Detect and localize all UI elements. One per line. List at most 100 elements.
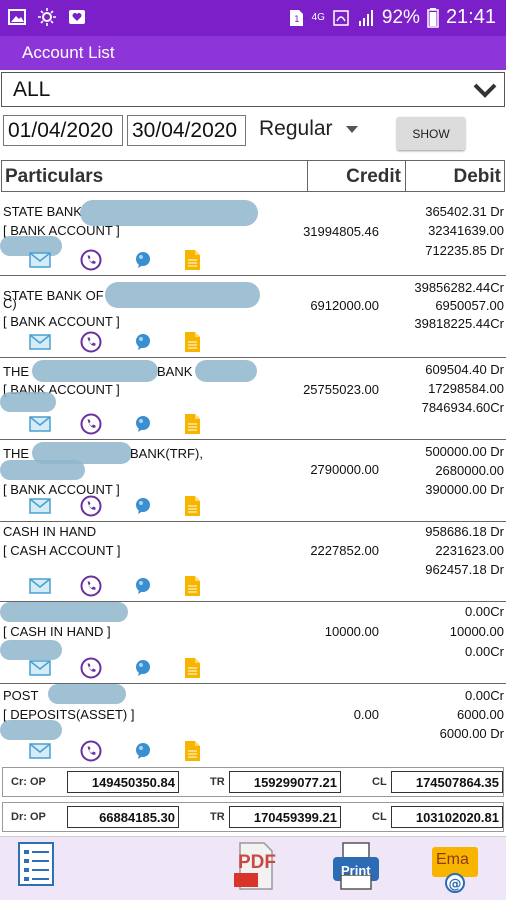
brightness-icon [38, 8, 56, 26]
cr-tr-value: 159299077.21 [229, 771, 341, 793]
phone-icon[interactable] [80, 657, 102, 679]
redaction [105, 282, 260, 308]
account-name: STATE BANK OF [3, 288, 104, 303]
redaction [195, 360, 257, 382]
account-name-suffix: BANK [157, 364, 193, 379]
email-button[interactable]: @ Ema [430, 841, 480, 893]
credit-value: 2790000.00 [310, 462, 379, 477]
dr-tr-value: 170459399.21 [229, 806, 341, 828]
redaction [48, 684, 126, 704]
table-row[interactable]: POST [ DEPOSITS(ASSET) ] 0.00 0.00Cr 600… [0, 684, 506, 766]
account-type: [ CASH ACCOUNT ] [3, 543, 121, 558]
chat-icon[interactable] [134, 333, 152, 351]
credit-value: 10000.00 [324, 624, 379, 639]
row-actions [27, 331, 207, 353]
credit-value: 25755023.00 [303, 382, 379, 397]
svg-text:1: 1 [294, 15, 300, 25]
wifi-calling-icon [333, 9, 349, 26]
account-name: CASH IN HAND [3, 524, 97, 539]
chat-icon[interactable] [134, 251, 152, 269]
pdf-export-button[interactable]: PDF [232, 841, 276, 891]
phone-icon[interactable] [80, 249, 102, 271]
phone-icon[interactable] [80, 740, 102, 762]
table-row[interactable]: CASH IN HAND [ CASH ACCOUNT ] 2227852.00… [0, 522, 506, 602]
debit-closing: 0.00Cr [464, 644, 504, 659]
row-actions [27, 495, 207, 517]
list-view-icon[interactable] [17, 841, 57, 887]
debit-closing: 7846934.60Cr [421, 400, 504, 415]
page-title: Account List [22, 43, 115, 62]
app-bar: Account List [0, 36, 506, 70]
debit-opening: 500000.00 Dr [425, 444, 504, 459]
dr-op-label: Dr: OP [11, 811, 46, 823]
header-debit: Debit [405, 161, 505, 191]
table-row[interactable]: STATE BANK [ BANK ACCOUNT ] 31994805.46 … [0, 192, 506, 276]
document-icon[interactable] [184, 249, 201, 271]
redaction [32, 360, 158, 382]
account-name: THE [3, 446, 29, 461]
mail-icon[interactable] [29, 660, 51, 676]
mail-icon[interactable] [29, 743, 51, 759]
document-icon[interactable] [184, 413, 201, 435]
chat-icon[interactable] [134, 415, 152, 433]
account-name-suffix: BANK(TRF), [130, 446, 203, 461]
chat-icon[interactable] [134, 659, 152, 677]
account-name: THE [3, 364, 29, 379]
account-type: [ BANK ACCOUNT ] [3, 314, 120, 329]
chat-icon[interactable] [134, 742, 152, 760]
to-date-field[interactable]: 30/04/2020 [127, 115, 246, 146]
signal-icon [358, 9, 373, 26]
table-row[interactable]: THE BANK [ BANK ACCOUNT ] 25755023.00 60… [0, 358, 506, 440]
account-filter-dropdown[interactable]: ALL [1, 72, 505, 107]
print-button[interactable]: Print [331, 841, 381, 891]
cr-cl-value: 174507864.35 [391, 771, 503, 793]
phone-icon[interactable] [80, 413, 102, 435]
document-icon[interactable] [184, 495, 201, 517]
battery-icon [427, 7, 439, 28]
debit-transaction: 17298584.00 [428, 381, 504, 396]
mail-icon[interactable] [29, 252, 51, 268]
document-icon[interactable] [184, 740, 201, 762]
mail-icon[interactable] [29, 498, 51, 514]
debit-opening: 0.00Cr [464, 604, 504, 619]
mail-icon[interactable] [29, 578, 51, 594]
debit-closing: 6000.00 Dr [439, 726, 504, 741]
chat-icon[interactable] [134, 497, 152, 515]
mode-dropdown[interactable]: Regular [259, 117, 333, 141]
debit-opening: 0.00Cr [464, 688, 504, 703]
document-icon[interactable] [184, 657, 201, 679]
dr-cl-label: CL [372, 811, 387, 823]
table-row[interactable]: THE BANK(TRF), [ BANK ACCOUNT ] 2790000.… [0, 440, 506, 522]
row-actions [27, 249, 207, 271]
phone-icon[interactable] [80, 575, 102, 597]
phone-icon[interactable] [80, 331, 102, 353]
clock: 21:41 [445, 6, 496, 28]
cr-op-value: 149450350.84 [67, 771, 179, 793]
debit-transaction: 2231623.00 [435, 543, 504, 558]
account-name: STATE BANK [3, 204, 82, 219]
document-icon[interactable] [184, 575, 201, 597]
redaction [0, 720, 62, 740]
redaction [0, 392, 56, 412]
redaction [0, 602, 128, 622]
document-icon[interactable] [184, 331, 201, 353]
bottom-action-bar: PDF Print @ Ema [0, 836, 506, 900]
debit-opening: 958686.18 Dr [425, 524, 504, 539]
email-label: Ema [436, 851, 469, 868]
mail-icon[interactable] [29, 416, 51, 432]
table-row[interactable]: [ CASH IN HAND ] 10000.00 0.00Cr 10000.0… [0, 602, 506, 684]
gallery-icon [8, 9, 26, 25]
mode-caret-icon [346, 126, 358, 133]
phone-icon[interactable] [80, 495, 102, 517]
debit-opening: 39856282.44Cr [414, 280, 504, 295]
row-actions [27, 740, 207, 762]
account-filter-value: ALL [13, 78, 51, 101]
mail-icon[interactable] [29, 334, 51, 350]
debit-closing: 39818225.44Cr [414, 316, 504, 331]
header-credit: Credit [307, 161, 405, 191]
table-row[interactable]: STATE BANK OF C) [ BANK ACCOUNT ] 691200… [0, 276, 506, 358]
credit-value: 6912000.00 [310, 298, 379, 313]
chat-icon[interactable] [134, 577, 152, 595]
show-button[interactable]: SHOW [397, 117, 465, 150]
from-date-field[interactable]: 01/04/2020 [3, 115, 123, 146]
